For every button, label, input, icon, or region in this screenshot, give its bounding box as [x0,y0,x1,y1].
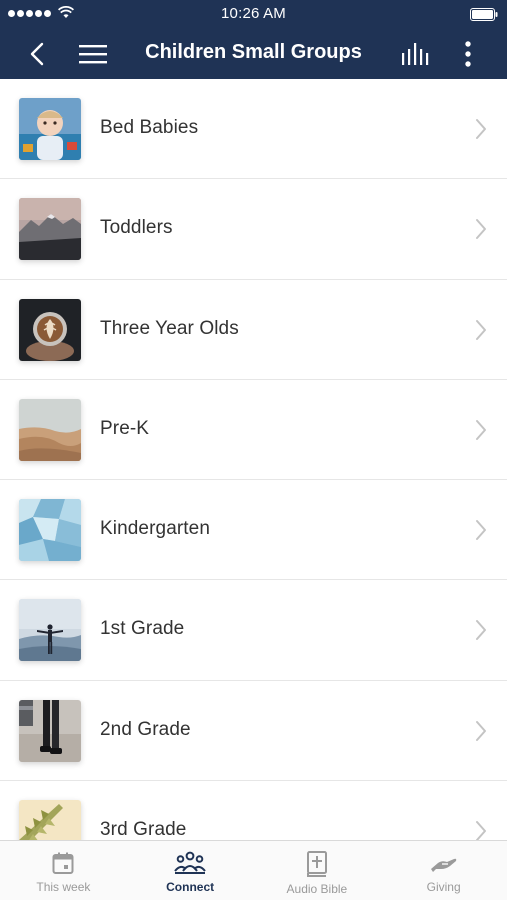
tab-label: This week [36,880,91,894]
chevron-right-icon [476,720,486,741]
group-name: Kindergarten [100,518,210,540]
list-item-2nd-grade[interactable]: 2nd Grade [0,681,507,782]
list-item-pre-k[interactable]: Pre-K [0,380,507,481]
menu-button[interactable] [78,28,108,79]
group-thumbnail [19,298,81,361]
list-item-three-year-olds[interactable]: Three Year Olds [0,280,507,380]
group-name: 3rd Grade [100,819,187,840]
group-thumbnail [19,800,81,840]
back-button[interactable] [22,28,52,79]
chevron-right-icon [476,620,486,641]
hamburger-icon [79,44,107,63]
list-item-1st-grade[interactable]: 1st Grade [0,580,507,681]
group-name: Bed Babies [100,117,199,138]
app-header: 10:26 AM Children Small Groups [0,0,507,79]
list-item-kindergarten[interactable]: Kindergarten [0,480,507,581]
chevron-right-icon [476,520,486,541]
more-options-button[interactable] [456,28,480,79]
group-name: Toddlers [100,217,173,239]
calendar-icon [52,852,74,874]
group-name: Pre-K [100,417,150,439]
vertical-dots-icon [465,40,471,67]
chevron-right-icon [476,821,486,840]
list-item-bed-babies[interactable]: Bed Babies [0,79,507,180]
chevron-right-icon [476,419,486,440]
chevron-right-icon [476,119,486,139]
group-name: 1st Grade [100,618,185,640]
status-bar: 10:26 AM [0,0,507,28]
group-thumbnail [19,699,81,762]
tab-label: Audio Bible [286,882,348,896]
group-thumbnail [19,398,81,461]
group-thumbnail [19,198,81,261]
group-name: 2nd Grade [100,718,191,740]
chevron-right-icon [476,219,486,240]
group-thumbnail [19,499,81,562]
stats-button[interactable] [398,28,432,79]
tab-giving[interactable]: Giving [380,841,507,900]
bottom-tab-bar: This week Connect Audio Bible Giving [0,840,507,900]
nav-bar: Children Small Groups [0,28,507,79]
bible-icon [306,851,327,877]
tab-label: Connect [166,880,215,894]
page-title: Children Small Groups [145,41,362,63]
people-icon [174,851,206,874]
tab-audio-bible[interactable]: Audio Bible [254,841,381,900]
tab-this-week[interactable]: This week [0,841,127,900]
group-name: Three Year Olds [100,317,239,339]
group-list: Bed Babies Toddlers Three Year Olds Pre-… [0,79,507,840]
status-time: 10:26 AM [221,5,286,22]
group-thumbnail [19,98,81,160]
group-thumbnail [19,599,81,662]
chevron-right-icon [476,319,486,340]
hand-icon [430,858,456,872]
tab-label: Giving [426,880,461,894]
list-item-3rd-grade[interactable]: 3rd Grade [0,781,507,840]
bar-chart-icon [402,42,429,65]
back-chevron-icon [30,42,44,65]
tab-connect[interactable]: Connect [127,841,254,900]
list-item-toddlers[interactable]: Toddlers [0,179,507,280]
battery-icon [470,8,498,21]
